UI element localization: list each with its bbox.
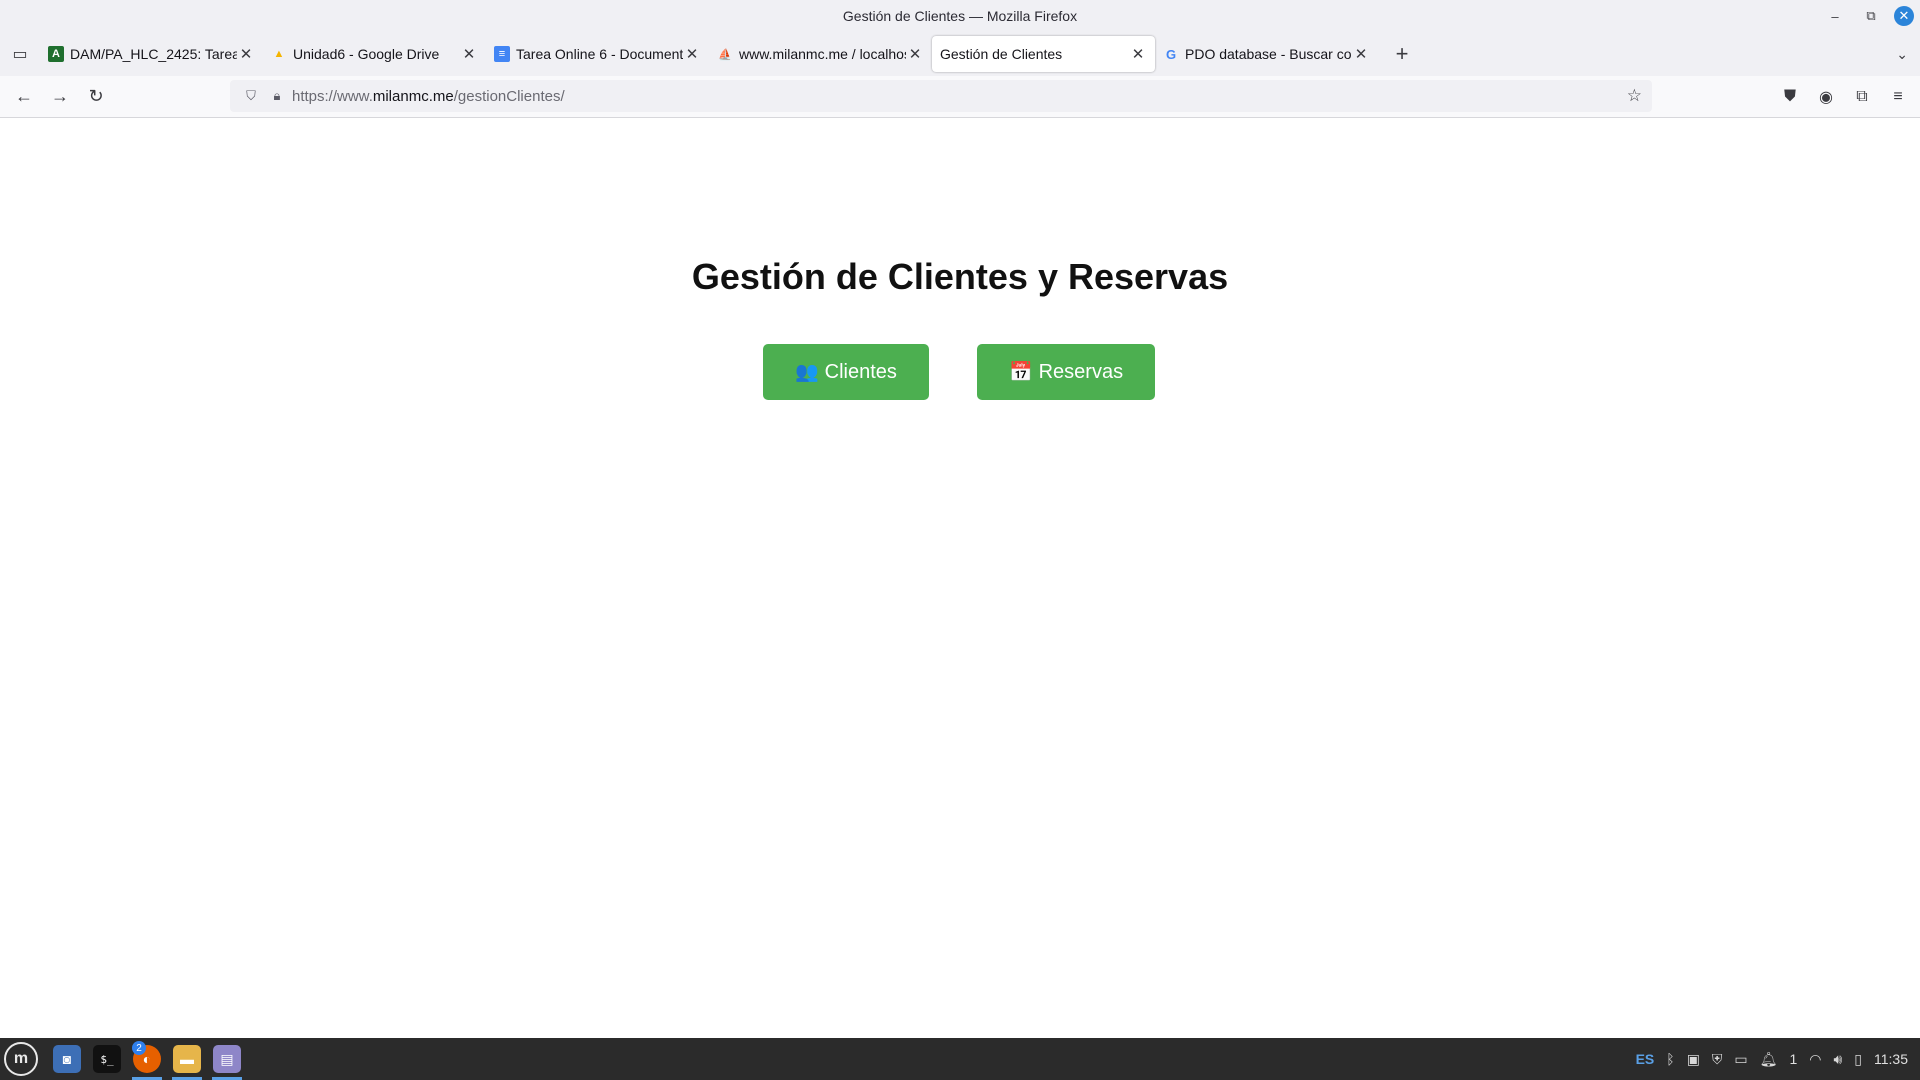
tab-title: Unidad6 - Google Drive [293,46,440,62]
window-title: Gestión de Clientes — Mozilla Firefox [842,8,1078,24]
tab-title: DAM/PA_HLC_2425: Tarea online 6 [70,46,237,62]
tab-close-icon[interactable]: ✕ [460,45,478,63]
folder-icon: ▬ [173,1045,201,1073]
text-editor-icon: ▤ [213,1045,241,1073]
tab-phpmyadmin[interactable]: ⛵ www.milanmc.me / localhost ✕ [709,36,932,72]
address-bar[interactable]: ⛉ 🔒︎ https://www.milanmc.me/gestionClien… [230,80,1652,112]
tab-gestion-clientes[interactable]: Gestión de Clientes ✕ [932,36,1155,72]
menu-icon[interactable]: ≡ [1886,81,1910,113]
tab-close-icon[interactable]: ✕ [1129,45,1147,63]
google-docs-icon: ≡ [494,46,510,62]
firefox-view-icon[interactable]: ▭ [0,32,40,76]
page-title: Gestión de Clientes y Reservas [691,256,1229,297]
tab-google-docs[interactable]: ≡ Tarea Online 6 - Documentos de Google … [486,36,709,72]
tab-title: Tarea Online 6 - Documentos de Google [516,46,683,62]
reservas-label: Reservas [1038,360,1124,383]
reload-icon[interactable]: ↻ [78,81,114,113]
google-drive-icon: ▲ [273,48,285,60]
url-host: milanmc.me [372,87,454,105]
tab-strip: ▭ A DAM/PA_HLC_2425: Tarea online 6 ✕ ▲ … [0,32,1920,76]
tab-close-icon[interactable]: ✕ [683,45,701,63]
action-buttons: 👥 Clientes 📅 Reservas [763,344,1156,400]
page-content: Gestión de Clientes y Reservas 👥 Cliente… [0,118,1920,1038]
maximize-icon[interactable]: ⧉ [1858,3,1884,29]
tracking-protection-icon[interactable]: ⛉ [240,88,262,104]
url-text[interactable]: https://www.milanmc.me/gestionClientes/ [292,88,565,105]
list-all-tabs-icon[interactable]: ⌄ [1896,32,1908,76]
window-count-badge: 2 [132,1041,146,1055]
shield-icon[interactable]: ⛨ [1712,1051,1723,1068]
window-controls: – ⧉ ✕ [1822,0,1914,32]
mint-menu-icon[interactable]: m [4,1042,38,1076]
screenshot-launcher[interactable]: ◙ [48,1038,86,1080]
firefox-launcher[interactable]: ◐ 2 [128,1038,166,1080]
navigation-toolbar: ← → ↻ ⛉ 🔒︎ https://www.milanmc.me/gestio… [0,76,1920,118]
tab-google-drive[interactable]: ▲ Unidad6 - Google Drive ✕ [263,36,486,72]
clientes-button[interactable]: 👥 Clientes [763,344,929,400]
hard-disk-icon[interactable]: ▭ [1734,1051,1747,1068]
volume-icon[interactable]: 🔊︎ [1833,1051,1842,1068]
calendar-icon: 📅 [1008,362,1033,383]
people-icon: 👥 [795,362,819,383]
google-icon: G [1165,46,1177,62]
tab-close-icon[interactable]: ✕ [906,45,924,63]
text-editor-launcher[interactable]: ▤ [208,1038,246,1080]
taskbar: m ◙ $_ ◐ 2 ▬ ▤ ES ᛒ ▣ ⛨ ▭ 🔔︎ 1 ◠ 🔊︎ ▯ 11… [0,1038,1920,1080]
toolbar-right: ⛊ ◉ ⧉ ≡ [1778,76,1910,118]
keyboard-layout[interactable]: ES [1636,1051,1655,1067]
tab-moodle[interactable]: A DAM/PA_HLC_2425: Tarea online 6 ✕ [40,36,263,72]
camera-icon: ◙ [53,1045,81,1073]
reservas-button[interactable]: 📅 Reservas [976,344,1156,400]
extensions-icon[interactable]: ⧉ [1850,81,1874,113]
clientes-label: Clientes [824,360,897,383]
wifi-icon[interactable]: ◠ [1809,1051,1821,1068]
notification-count: 1 [1789,1051,1798,1067]
clipboard-icon[interactable]: ▣ [1687,1051,1700,1068]
pocket-icon[interactable]: ⛊ [1778,81,1802,113]
minimize-icon[interactable]: – [1822,3,1848,29]
tab-google-search[interactable]: G PDO database - Buscar con Google ✕ [1155,36,1378,72]
new-tab-icon[interactable]: + [1384,36,1420,72]
url-prefix: https://www. [292,87,373,105]
tab-title: PDO database - Buscar con Google [1185,46,1352,62]
bookmark-star-icon[interactable]: ☆ [1627,86,1642,106]
battery-icon[interactable]: ▯ [1854,1051,1862,1068]
files-launcher[interactable]: ▬ [168,1038,206,1080]
moodle-icon: A [48,46,64,62]
lock-icon[interactable]: 🔒︎ [266,88,288,104]
system-tray: ES ᛒ ▣ ⛨ ▭ 🔔︎ 1 ◠ 🔊︎ ▯ 11:35 [1636,1038,1908,1080]
tab-close-icon[interactable]: ✕ [237,45,255,63]
tab-title: Gestión de Clientes [940,46,1063,62]
url-path: /gestionClientes/ [453,87,565,105]
account-icon[interactable]: ◉ [1814,81,1838,113]
terminal-launcher[interactable]: $_ [88,1038,126,1080]
tab-title: www.milanmc.me / localhost [739,46,906,62]
notifications-icon[interactable]: 🔔︎ [1760,1051,1778,1068]
terminal-icon: $_ [93,1045,121,1073]
back-icon[interactable]: ← [6,81,42,113]
close-window-icon[interactable]: ✕ [1894,6,1914,26]
bluetooth-icon[interactable]: ᛒ [1666,1051,1674,1067]
phpmyadmin-icon: ⛵ [718,48,732,61]
forward-icon[interactable]: → [42,81,78,113]
window-titlebar: Gestión de Clientes — Mozilla Firefox – … [0,0,1920,32]
tab-close-icon[interactable]: ✕ [1352,45,1370,63]
clock[interactable]: 11:35 [1874,1051,1908,1067]
